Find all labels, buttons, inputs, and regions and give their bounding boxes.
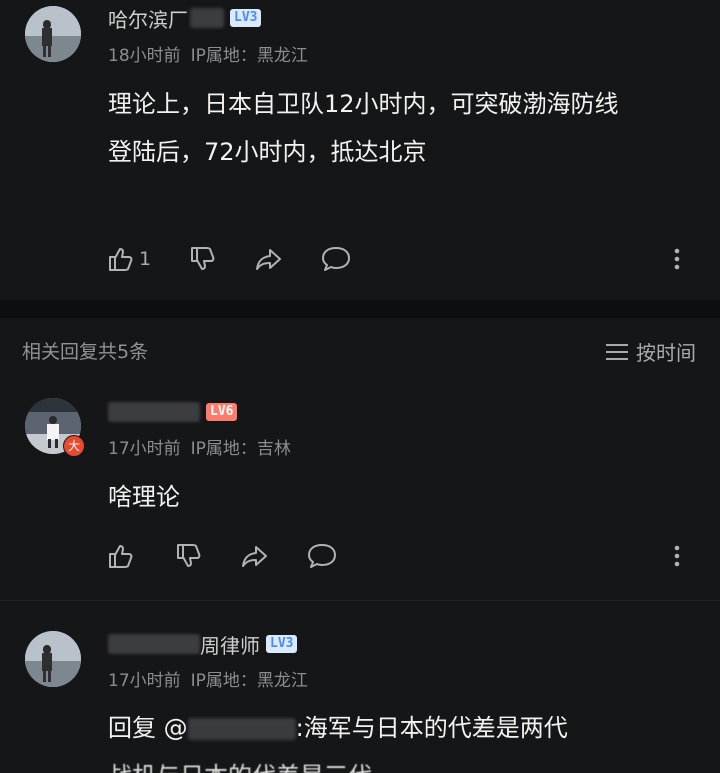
- comment-text: 理论上，日本自卫队12小时内，可突破渤海防线 登陆后，72小时内，抵达北京: [108, 80, 688, 176]
- reply-line-partial: 战机与日本的代差是三代: [108, 752, 708, 773]
- level-badge: LV3: [266, 635, 298, 653]
- comment-actions: 1: [106, 243, 706, 275]
- username[interactable]: 哈尔滨厂: [108, 4, 188, 33]
- comment-actions: [106, 540, 706, 572]
- comment-meta: 17小时前 IP属地：黑龙江: [108, 666, 318, 691]
- share-button[interactable]: [240, 540, 270, 572]
- reply-button[interactable]: [320, 243, 352, 275]
- sort-label: 按时间: [636, 341, 696, 365]
- avatar[interactable]: [25, 6, 81, 62]
- ip-label: IP属地：: [190, 671, 257, 691]
- dislike-button[interactable]: [188, 243, 218, 275]
- comment-icon: [322, 247, 350, 271]
- comment-line: 登陆后，72小时内，抵达北京: [108, 138, 427, 166]
- comment-text: 啥理论: [108, 483, 180, 511]
- main-comment: 哈尔滨厂 LV3 18小时前 IP属地：黑龙江 理论上，日本自卫队12小时内，可突…: [0, 0, 720, 300]
- comment-text: 回复 @ :海军与日本的代差是两代 战机与日本的代差是三代: [108, 704, 708, 773]
- ip-location: 黑龙江: [256, 671, 308, 691]
- timestamp: 17小时前: [108, 671, 181, 691]
- sort-lines-icon: [606, 343, 628, 360]
- comment-line: 理论上，日本自卫队12小时内，可突破渤海防线: [108, 90, 619, 118]
- avatar[interactable]: [25, 631, 81, 687]
- more-icon[interactable]: [674, 247, 680, 271]
- redacted-name: [108, 402, 200, 422]
- reply-item: 周律师 LV3 17小时前 IP属地：黑龙江 回复 @ :海军与日本的代差是两代 战…: [0, 600, 720, 773]
- reply-button[interactable]: [306, 540, 338, 572]
- redacted-mention[interactable]: [187, 718, 296, 740]
- username-row: 周律师 LV3: [108, 630, 298, 659]
- level-badge: LV3: [230, 9, 262, 27]
- thumb-down-icon: [191, 247, 215, 270]
- reply-item: 大 LV6 17小时前 IP属地：吉林 啥理论: [0, 380, 720, 600]
- dislike-button[interactable]: [174, 540, 204, 572]
- section-divider: [0, 300, 720, 318]
- thumb-up-icon: [109, 248, 133, 271]
- redacted-name: [108, 634, 200, 654]
- more-icon[interactable]: [674, 544, 680, 568]
- ip-location: 黑龙江: [256, 46, 308, 66]
- timestamp: 17小时前: [108, 439, 181, 459]
- ip-label: IP属地：: [190, 46, 257, 66]
- reply-prefix: 回复 @: [108, 714, 188, 742]
- username-row: LV6: [108, 398, 238, 426]
- timestamp: 18小时前: [108, 46, 181, 66]
- comment-thread-page: 哈尔滨厂 LV3 18小时前 IP属地：黑龙江 理论上，日本自卫队12小时内，可突…: [0, 0, 720, 773]
- share-icon: [242, 546, 267, 567]
- comment-meta: 17小时前 IP属地：吉林: [108, 434, 301, 459]
- share-button[interactable]: [254, 243, 284, 275]
- replies-count: 相关回复共5条: [22, 341, 149, 363]
- thumb-down-icon: [177, 544, 201, 567]
- ip-label: IP属地：: [190, 439, 257, 459]
- like-button[interactable]: 1: [106, 243, 151, 275]
- thumb-up-icon: [109, 545, 133, 568]
- reply-text: :海军与日本的代差是两代: [295, 714, 568, 742]
- sort-button[interactable]: 按时间: [606, 337, 696, 366]
- level-badge: LV6: [206, 403, 238, 421]
- share-icon: [256, 249, 281, 270]
- avatar-image: [25, 6, 81, 62]
- comment-meta: 18小时前 IP属地：黑龙江: [108, 41, 318, 66]
- avatar-image: [25, 631, 81, 687]
- redacted-name: [190, 8, 224, 28]
- ip-location: 吉林: [256, 439, 291, 459]
- reply-line: 回复 @ :海军与日本的代差是两代: [108, 704, 708, 752]
- like-button[interactable]: [106, 540, 136, 572]
- vip-badge: 大: [63, 435, 85, 457]
- username-row: 哈尔滨厂 LV3: [108, 4, 262, 33]
- like-count: 1: [139, 248, 152, 270]
- comment-icon: [308, 544, 336, 568]
- username[interactable]: 周律师: [200, 630, 260, 659]
